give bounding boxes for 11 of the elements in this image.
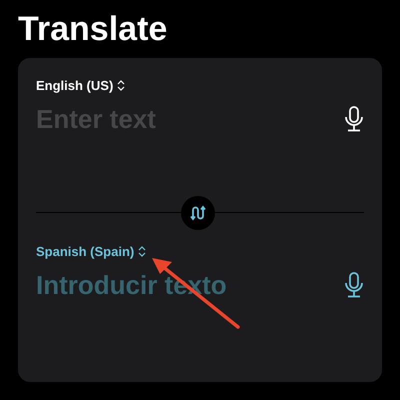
chevron-icon <box>138 246 146 258</box>
language-selector[interactable]: Spanish (Spain) <box>36 242 146 262</box>
chevron-icon <box>117 80 126 92</box>
page-title: Translate <box>18 9 168 50</box>
swap-button[interactable] <box>181 196 215 230</box>
swap-icon <box>190 204 206 222</box>
language-selector[interactable]: English (US) <box>36 76 126 96</box>
microphone-icon <box>344 272 364 298</box>
microphone-button[interactable] <box>344 106 364 132</box>
microphone-button[interactable] <box>344 272 364 298</box>
microphone-icon <box>344 106 364 132</box>
